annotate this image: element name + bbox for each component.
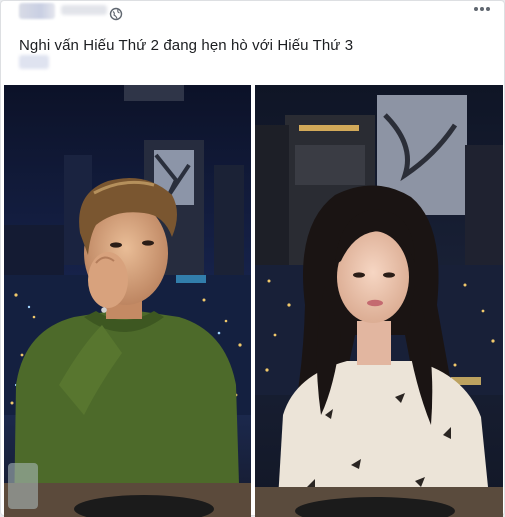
caption-extra-blurred	[19, 55, 49, 69]
post-card: Nghi vấn Hiếu Thứ 2 đang hẹn hò với Hiếu…	[0, 0, 505, 517]
globe-icon[interactable]	[109, 7, 123, 21]
photo-man-dinner-image	[4, 85, 251, 517]
author-avatar-blurred[interactable]	[19, 3, 55, 19]
post-header	[9, 3, 499, 27]
post-caption: Nghi vấn Hiếu Thứ 2 đang hẹn hò với Hiếu…	[19, 37, 354, 54]
more-options-icon[interactable]	[471, 1, 493, 17]
photo-woman-dinner[interactable]	[255, 85, 503, 517]
author-name-blurred[interactable]	[61, 5, 107, 15]
photo-woman-dinner-image	[255, 85, 503, 517]
photo-man-dinner[interactable]	[4, 85, 251, 517]
